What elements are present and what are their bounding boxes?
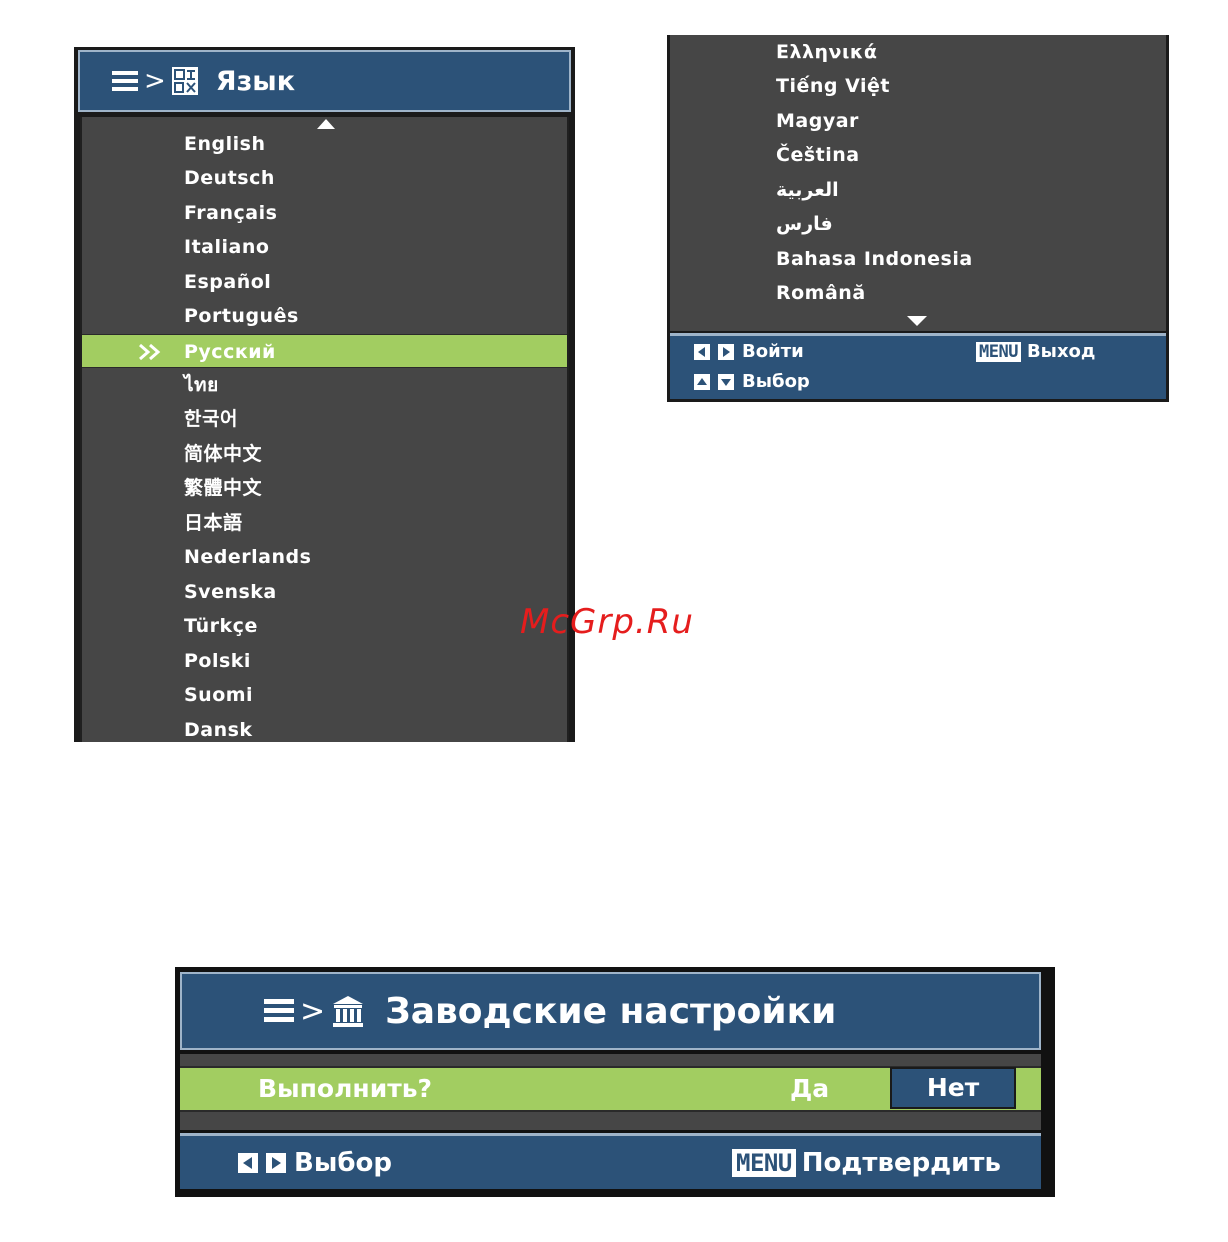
language-item-label: العربية	[776, 179, 839, 201]
language-item-traditional-chinese[interactable]: 繁體中文	[82, 471, 567, 505]
breadcrumb: >	[264, 994, 365, 1029]
language-item-label: Čeština	[776, 144, 860, 166]
factory-reset-header: > Заводские настройки	[180, 972, 1041, 1050]
language-item-label: Svenska	[184, 581, 277, 603]
language-item-italiano[interactable]: Italiano	[82, 230, 567, 264]
footer-select-label: Выбор	[294, 1148, 392, 1178]
footer-confirm-label: Подтвердить	[801, 1148, 1001, 1178]
language-item-japanese[interactable]: 日本語	[82, 506, 567, 540]
page-title: Язык	[215, 65, 296, 97]
osd-footer: Выбор MENU Подтвердить	[180, 1133, 1041, 1189]
language-item-label: 日本語	[184, 512, 243, 534]
left-arrow-key-icon	[238, 1153, 258, 1173]
down-arrow-key-icon	[718, 373, 734, 390]
language-item-espanol[interactable]: Español	[82, 265, 567, 299]
footer-exit-hint: MENU Выход	[976, 341, 1095, 362]
language-item-label: Português	[184, 305, 299, 327]
language-item-label: Tiếng Việt	[776, 75, 890, 97]
language-item-farsi[interactable]: فارس	[670, 207, 1166, 241]
language-menu-continued-panel: Ελληνικά Tiếng Việt Magyar Čeština العرب…	[667, 35, 1169, 402]
language-item-label: Français	[184, 202, 278, 224]
footer-confirm-hint: MENU Подтвердить	[732, 1148, 1001, 1178]
language-menu-panel: > Язык English Deutsch Français Italiano…	[74, 47, 575, 742]
language-list-continued: Ελληνικά Tiếng Việt Magyar Čeština العرب…	[670, 35, 1166, 331]
factory-reset-panel: > Заводские настройки Выполнить? Да Нет	[175, 967, 1055, 1197]
language-item-label: Nederlands	[184, 546, 312, 568]
left-arrow-key-icon	[694, 343, 710, 360]
language-item-russian-selected[interactable]: Русский	[82, 334, 567, 368]
language-item-label: فارس	[776, 213, 833, 235]
language-item-label: Türkçe	[184, 615, 258, 637]
no-button[interactable]: Нет	[890, 1067, 1016, 1109]
up-arrow-key-icon	[694, 373, 710, 390]
language-item-francais[interactable]: Français	[82, 196, 567, 230]
language-item-label: English	[184, 133, 266, 155]
language-item-label: 繁體中文	[184, 477, 263, 499]
language-list: English Deutsch Français Italiano Españo…	[80, 117, 569, 742]
language-item-label: ไทย	[184, 374, 219, 396]
right-arrow-key-icon	[266, 1153, 286, 1173]
yes-button[interactable]: Да	[790, 1068, 829, 1110]
factory-building-icon	[331, 994, 365, 1028]
right-arrow-key-icon	[718, 343, 734, 360]
language-item-polski[interactable]: Polski	[82, 644, 567, 678]
factory-reset-body: Выполнить? Да Нет	[180, 1054, 1041, 1130]
language-menu-header: > Язык	[78, 50, 571, 112]
menu-list-icon	[264, 999, 294, 1023]
language-item-nederlands[interactable]: Nederlands	[82, 540, 567, 574]
language-item-label: Magyar	[776, 110, 859, 132]
execute-row[interactable]: Выполнить? Да Нет	[180, 1066, 1041, 1112]
language-item-portugues[interactable]: Português	[82, 299, 567, 333]
language-item-suomi[interactable]: Suomi	[82, 678, 567, 712]
language-item-simplified-chinese[interactable]: 简体中文	[82, 437, 567, 471]
language-item-cestina[interactable]: Čeština	[670, 138, 1166, 172]
language-item-svenska[interactable]: Svenska	[82, 575, 567, 609]
language-icon	[171, 67, 198, 95]
watermark: McGrp.Ru	[520, 602, 694, 642]
language-item-vietnamese[interactable]: Tiếng Việt	[670, 69, 1166, 103]
language-item-arabic[interactable]: العربية	[670, 173, 1166, 207]
language-item-label: Ελληνικά	[776, 41, 878, 63]
language-item-turkce[interactable]: Türkçe	[82, 609, 567, 643]
scroll-down-icon[interactable]	[907, 316, 927, 326]
language-item-bahasa-indonesia[interactable]: Bahasa Indonesia	[670, 242, 1166, 276]
language-item-korean[interactable]: 한국어	[82, 402, 567, 436]
language-item-deutsch[interactable]: Deutsch	[82, 161, 567, 195]
language-item-label: Română	[776, 282, 866, 304]
language-item-label: 简体中文	[184, 443, 263, 465]
menu-list-icon	[112, 71, 138, 91]
osd-footer: Войти MENU Выход Выбор	[670, 333, 1166, 399]
language-item-thai[interactable]: ไทย	[82, 368, 567, 402]
language-item-romana[interactable]: Română	[670, 276, 1166, 310]
language-item-greek[interactable]: Ελληνικά	[670, 35, 1166, 69]
language-item-dansk[interactable]: Dansk	[82, 713, 567, 747]
language-item-label: Español	[184, 271, 272, 293]
footer-enter-label: Войти	[742, 341, 804, 362]
language-item-label: 한국어	[184, 408, 238, 430]
footer-enter-hint: Войти	[694, 341, 804, 362]
page-title: Заводские настройки	[385, 990, 837, 1032]
language-item-magyar[interactable]: Magyar	[670, 104, 1166, 138]
language-item-label: Dansk	[184, 719, 253, 741]
execute-question: Выполнить?	[258, 1074, 433, 1103]
footer-exit-label: Выход	[1026, 341, 1096, 362]
language-item-english[interactable]: English	[82, 127, 567, 161]
footer-select-hint: Выбор	[238, 1148, 392, 1178]
language-item-label: Suomi	[184, 684, 254, 706]
breadcrumb: >	[112, 66, 198, 96]
breadcrumb-separator: >	[144, 66, 166, 96]
menu-key-icon: MENU	[976, 341, 1021, 362]
footer-select-label: Выбор	[742, 371, 810, 392]
language-item-label: Русский	[184, 341, 276, 363]
language-item-label: Deutsch	[184, 167, 275, 189]
breadcrumb-separator: >	[300, 993, 326, 1029]
language-item-label: Bahasa Indonesia	[776, 248, 973, 270]
menu-key-icon: MENU	[732, 1149, 796, 1177]
footer-select-hint: Выбор	[694, 371, 810, 392]
language-item-label: Polski	[184, 650, 251, 672]
language-item-label: Italiano	[184, 236, 270, 258]
